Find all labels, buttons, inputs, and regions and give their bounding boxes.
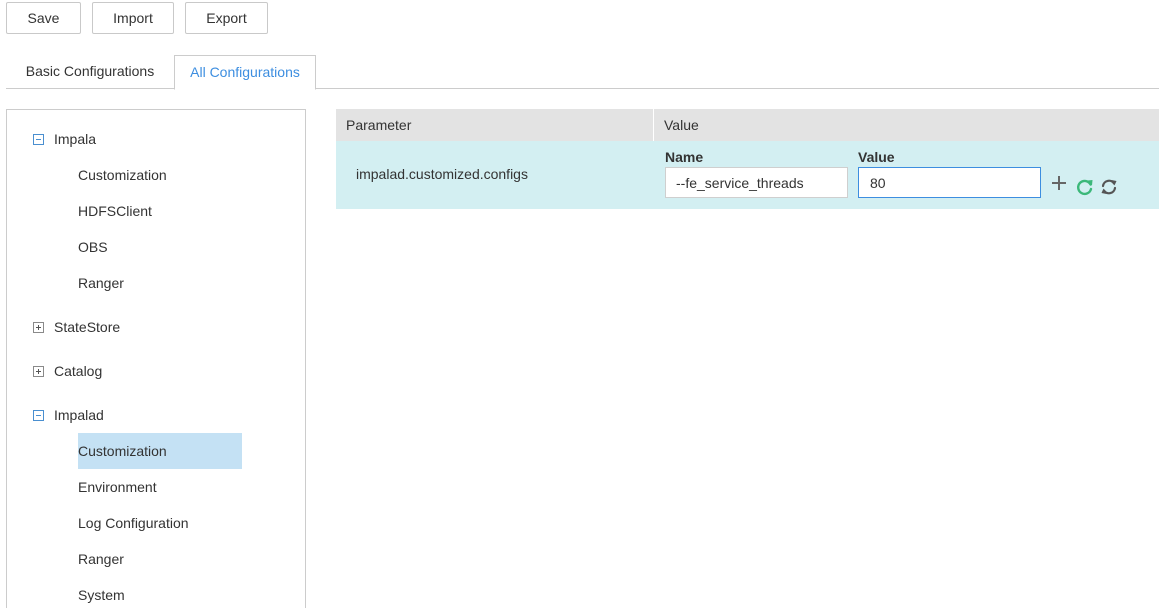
sync-icon[interactable] [1099, 177, 1119, 197]
tree-item-impalad-customization[interactable]: Customization [78, 433, 242, 469]
import-button[interactable]: Import [92, 2, 174, 34]
tree-item-impala-hdfsclient[interactable]: HDFSClient [78, 193, 152, 229]
tree-node-label: Impala [54, 131, 97, 147]
expand-icon[interactable] [33, 321, 44, 333]
tree-item-impalad-system[interactable]: System [78, 577, 125, 608]
export-button[interactable]: Export [185, 2, 268, 34]
tree-item-impalad-ranger[interactable]: Ranger [78, 541, 124, 577]
tree-item-impalad-environment[interactable]: Environment [78, 469, 157, 505]
tree-node-catalog[interactable]: Catalog [33, 353, 102, 389]
tab-all-configurations[interactable]: All Configurations [174, 55, 316, 90]
config-tabs: Basic Configurations All Configurations [6, 55, 1159, 90]
tree-item-impala-customization[interactable]: Customization [78, 157, 167, 193]
expand-icon[interactable] [33, 365, 44, 377]
refresh-icon[interactable] [1075, 177, 1095, 197]
tree-node-label: Catalog [54, 363, 103, 379]
tab-basic-configurations[interactable]: Basic Configurations [6, 55, 174, 89]
name-sublabel: Name [665, 149, 704, 165]
tree-item-impala-ranger[interactable]: Ranger [78, 265, 124, 301]
save-button[interactable]: Save [6, 2, 81, 34]
collapse-icon[interactable] [33, 133, 44, 145]
tree-node-label: Impalad [54, 407, 104, 423]
plus-icon[interactable] [1049, 173, 1069, 193]
value-field[interactable] [858, 167, 1041, 198]
tree-node-statestore[interactable]: StateStore [33, 309, 120, 345]
toolbar: Save Import Export [6, 2, 268, 34]
tree-node-impalad[interactable]: Impalad [33, 397, 104, 433]
config-tree: Impala Customization HDFSClient OBS Rang… [6, 109, 306, 608]
collapse-icon[interactable] [33, 409, 44, 421]
tree-node-impala[interactable]: Impala [33, 121, 96, 157]
tree-item-impalad-log-configuration[interactable]: Log Configuration [78, 505, 189, 541]
tree-item-impala-obs[interactable]: OBS [78, 229, 108, 265]
value-sublabel: Value [858, 149, 895, 165]
tree-node-label: StateStore [54, 319, 121, 335]
name-field[interactable] [665, 167, 848, 198]
row-editor: Name Value [336, 109, 1159, 229]
